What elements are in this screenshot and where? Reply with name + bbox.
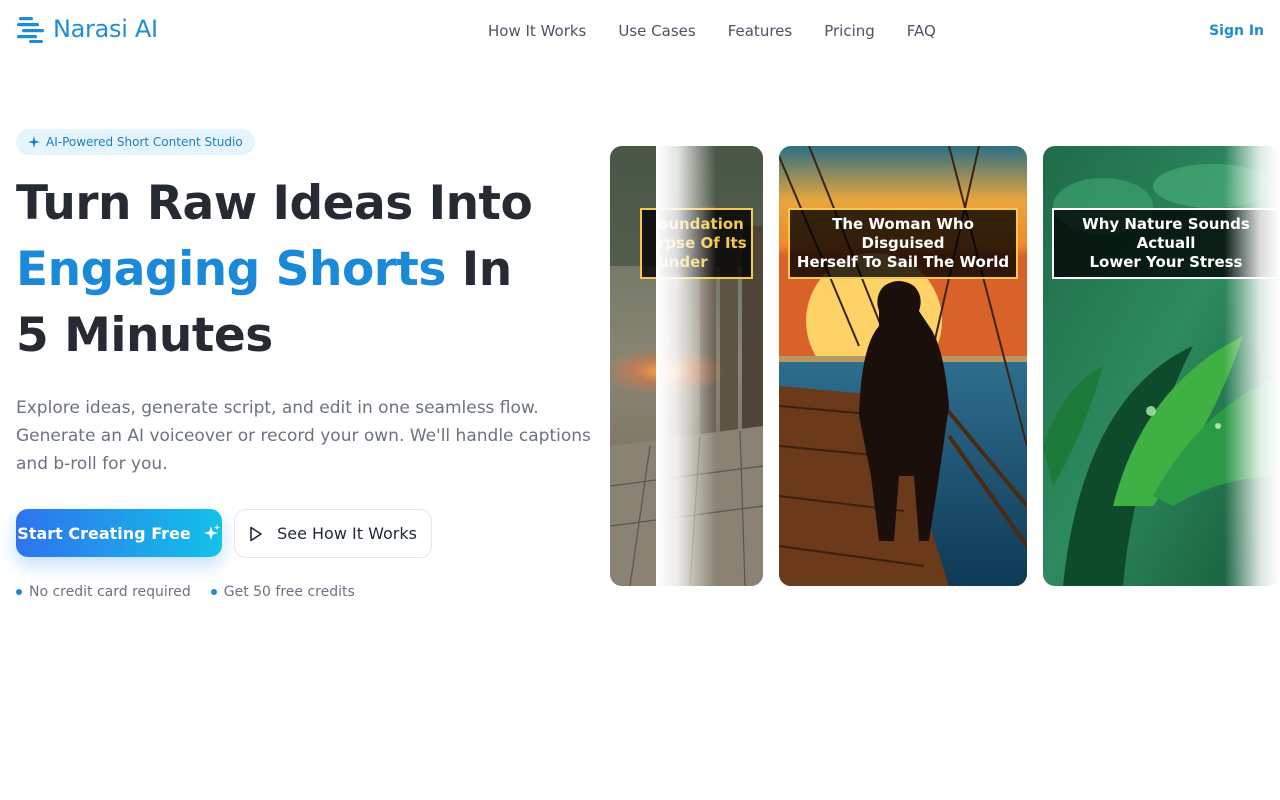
headline-after-accent: In xyxy=(461,242,512,297)
nav-use-cases[interactable]: Use Cases xyxy=(618,22,695,40)
see-how-it-works-button[interactable]: See How It Works xyxy=(234,509,432,558)
perk-label: No credit card required xyxy=(29,584,191,600)
badge-label: AI-Powered Short Content Studio xyxy=(46,135,243,149)
headline-accent: Engaging Shorts xyxy=(16,242,446,297)
carousel-fade-left xyxy=(656,140,716,592)
main-nav: How It Works Use Cases Features Pricing … xyxy=(488,22,936,40)
carousel-fade-right xyxy=(1224,140,1280,592)
perk-item: Get 50 free credits xyxy=(210,584,355,600)
start-creating-label: Start Creating Free xyxy=(17,523,191,543)
bullet-dot xyxy=(16,589,22,595)
caption-line-2: Herself To Sail The World xyxy=(796,253,1010,271)
description-line-3: and b-roll for you. xyxy=(16,454,168,474)
nav-features[interactable]: Features xyxy=(728,22,793,40)
site-header: Narasi AI How It Works Use Cases Feature… xyxy=(0,0,1280,66)
sparkles-icon xyxy=(203,524,220,540)
see-how-it-works-label: See How It Works xyxy=(277,524,417,543)
hero-badge: AI-Powered Short Content Studio xyxy=(16,129,255,155)
hero-headline: Turn Raw Ideas Into Engaging Shorts In 5… xyxy=(16,171,616,369)
video-card-sailing[interactable]: The Woman Who Disguised Herself To Sail … xyxy=(779,146,1027,586)
start-creating-button[interactable]: Start Creating Free xyxy=(16,509,222,557)
nav-pricing[interactable]: Pricing xyxy=(824,22,875,40)
perk-label: Get 50 free credits xyxy=(223,584,355,600)
card-caption: The Woman Who Disguised Herself To Sail … xyxy=(788,208,1018,279)
nav-how-it-works[interactable]: How It Works xyxy=(488,22,586,40)
caption-line-1: The Woman Who Disguised xyxy=(832,215,974,252)
hero-perks: No credit card required Get 50 free cred… xyxy=(16,584,355,600)
headline-line-1: Turn Raw Ideas Into xyxy=(16,176,533,231)
description-line-1: Explore ideas, generate script, and edit… xyxy=(16,398,539,418)
brand-name: Narasi AI xyxy=(53,15,158,43)
bullet-dot xyxy=(210,589,217,595)
caption-line-2: Lower Your Stress xyxy=(1089,253,1243,271)
hero-description: Explore ideas, generate script, and edit… xyxy=(16,394,606,478)
brand-logo[interactable]: Narasi AI xyxy=(16,14,158,44)
headline-line-3: 5 Minutes xyxy=(16,308,273,363)
sparkle-icon xyxy=(28,136,40,148)
description-line-2: Generate an AI voiceover or record your … xyxy=(16,426,591,446)
play-icon xyxy=(250,526,262,541)
logo-icon xyxy=(17,17,44,43)
sign-in-link[interactable]: Sign In xyxy=(1209,23,1264,39)
perk-item: No credit card required xyxy=(16,584,191,600)
nav-faq[interactable]: FAQ xyxy=(907,22,936,40)
